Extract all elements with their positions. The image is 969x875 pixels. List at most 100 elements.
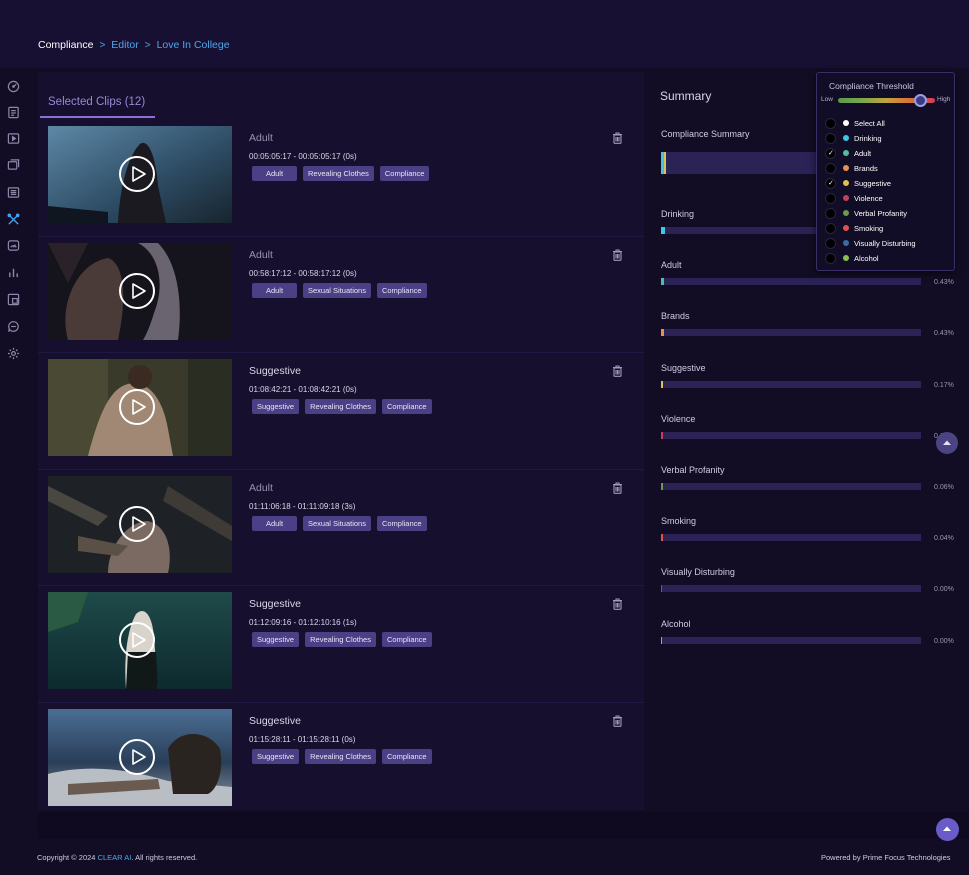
clip-tag: Adult: [252, 282, 297, 298]
category-label: Visually Disturbing: [661, 567, 735, 578]
clip-thumbnail[interactable]: [48, 242, 232, 340]
trash-icon[interactable]: [612, 598, 623, 610]
clip-timecode: 01:08:42:21 - 01:08:42:21 (0s): [249, 385, 357, 394]
category-bar: [661, 534, 921, 542]
trash-icon[interactable]: [612, 248, 623, 261]
checkbox[interactable]: [825, 117, 836, 129]
trash-icon[interactable]: [612, 132, 623, 144]
clip-tag: Compliance: [381, 748, 432, 764]
clip-tag: Compliance: [376, 515, 427, 531]
tools-icon[interactable]: [7, 213, 20, 226]
breadcrumb-current-title: Love In College: [156, 39, 230, 51]
threshold-option[interactable]: Drinking: [825, 132, 882, 144]
category-percent: 0.43%: [934, 279, 954, 287]
category-bar-fill: [661, 534, 663, 542]
video-icon[interactable]: [7, 132, 20, 145]
play-button[interactable]: [119, 272, 155, 309]
play-button[interactable]: [119, 738, 155, 775]
breadcrumb-editor[interactable]: Editor: [111, 39, 138, 51]
play-button[interactable]: [119, 505, 155, 542]
breadcrumb-compliance[interactable]: Compliance: [38, 39, 93, 51]
threshold-option[interactable]: Violence: [825, 192, 883, 204]
trash-icon[interactable]: [612, 714, 623, 727]
clips-tab-bar: Selected Clips (12): [40, 92, 155, 118]
threshold-option[interactable]: Smoking: [825, 222, 883, 234]
threshold-option[interactable]: Visually Disturbing: [825, 237, 916, 249]
category-label: Brands: [661, 311, 690, 322]
category-bar: [661, 431, 921, 439]
clip-timecode: 00:58:17:12 - 00:58:17:12 (0s): [249, 268, 357, 278]
checkbox[interactable]: [825, 222, 836, 234]
threshold-option[interactable]: ✓ Suggestive: [825, 177, 891, 189]
category-bar-fill: [661, 431, 663, 439]
checkbox[interactable]: [825, 207, 836, 219]
frame-icon[interactable]: [7, 293, 20, 306]
clip-tag: Adult: [252, 166, 297, 181]
clip-tag: Sexual Situations: [303, 515, 371, 531]
clip-item: Adult 01:11:06:18 - 01:11:09:18 (3s) Adu…: [38, 470, 644, 586]
clip-thumbnail[interactable]: [48, 126, 232, 223]
checkbox[interactable]: [825, 132, 836, 144]
clip-title: Suggestive: [249, 365, 301, 377]
category-bar: [661, 636, 921, 644]
chat-icon[interactable]: [7, 320, 20, 333]
summary-title: Summary: [660, 89, 712, 103]
category-color-dot: [843, 180, 849, 186]
checkbox[interactable]: [825, 162, 836, 174]
category-percent: 0.00%: [934, 586, 954, 594]
catalog-icon[interactable]: [7, 186, 20, 199]
checkbox[interactable]: [825, 252, 836, 264]
threshold-option-label: Drinking: [854, 133, 882, 143]
category-color-dot: [843, 150, 849, 156]
checkbox[interactable]: [825, 237, 836, 249]
clip-timecode: 01:12:09:16 - 01:12:10:16 (1s): [249, 618, 357, 627]
media-library-icon[interactable]: [7, 158, 20, 171]
clip-tag: Compliance: [381, 632, 432, 647]
category-percent: 0.06%: [934, 484, 954, 491]
footer-band: [38, 812, 969, 839]
clip-tag: Revealing Clothes: [303, 166, 374, 181]
threshold-option[interactable]: ✓ Adult: [825, 147, 871, 159]
compliance-threshold-popover: Compliance Threshold Low High Select All…: [816, 72, 955, 271]
scroll-up-button[interactable]: [936, 432, 958, 454]
checkbox[interactable]: ✓: [825, 147, 836, 159]
play-button[interactable]: [119, 156, 155, 192]
category-bar-fill: [661, 227, 665, 234]
threshold-option[interactable]: Select All: [825, 117, 885, 129]
clip-thumbnail[interactable]: [48, 359, 232, 456]
threshold-option-label: Adult: [854, 148, 872, 158]
brand-link[interactable]: CLEAR AI: [98, 853, 132, 862]
threshold-option[interactable]: Brands: [825, 162, 878, 174]
scroll-to-top-button[interactable]: [936, 818, 959, 841]
analytics-icon[interactable]: [7, 266, 20, 279]
clip-tags: Adult Sexual Situations Compliance: [252, 282, 427, 298]
report-icon[interactable]: [7, 106, 20, 119]
clip-tag: Revealing Clothes: [305, 748, 376, 764]
clip-title: Adult: [249, 248, 273, 261]
tab-selected-clips[interactable]: Selected Clips (12): [48, 96, 145, 108]
category-bar: [661, 483, 921, 490]
category-label: Verbal Profanity: [661, 465, 725, 475]
clip-tag: Suggestive: [252, 632, 300, 647]
speed-icon[interactable]: [7, 239, 20, 252]
clip-item: Adult 00:05:05:17 - 00:05:05:17 (0s) Adu…: [38, 120, 644, 237]
clip-thumbnail[interactable]: [48, 708, 232, 806]
settings-icon[interactable]: [7, 347, 20, 360]
threshold-option[interactable]: Alcohol: [825, 252, 879, 264]
clip-title: Suggestive: [249, 598, 301, 610]
play-button[interactable]: [119, 389, 155, 425]
breadcrumb-separator: >: [99, 39, 106, 51]
trash-icon[interactable]: [612, 481, 623, 494]
threshold-slider-handle[interactable]: [914, 94, 927, 107]
clip-title: Adult: [249, 132, 273, 144]
play-button[interactable]: [119, 622, 155, 658]
clip-thumbnail[interactable]: [48, 592, 232, 689]
trash-icon[interactable]: [612, 365, 623, 377]
threshold-option[interactable]: Verbal Profanity: [825, 207, 907, 219]
clip-thumbnail[interactable]: [48, 475, 232, 573]
checkbox[interactable]: ✓: [825, 177, 836, 189]
checkbox[interactable]: [825, 192, 836, 204]
dashboard-icon[interactable]: [7, 80, 20, 93]
threshold-title: Compliance Threshold: [829, 81, 914, 91]
clips-panel: Selected Clips (12) Adult 00:05:05:17 - …: [38, 72, 644, 810]
